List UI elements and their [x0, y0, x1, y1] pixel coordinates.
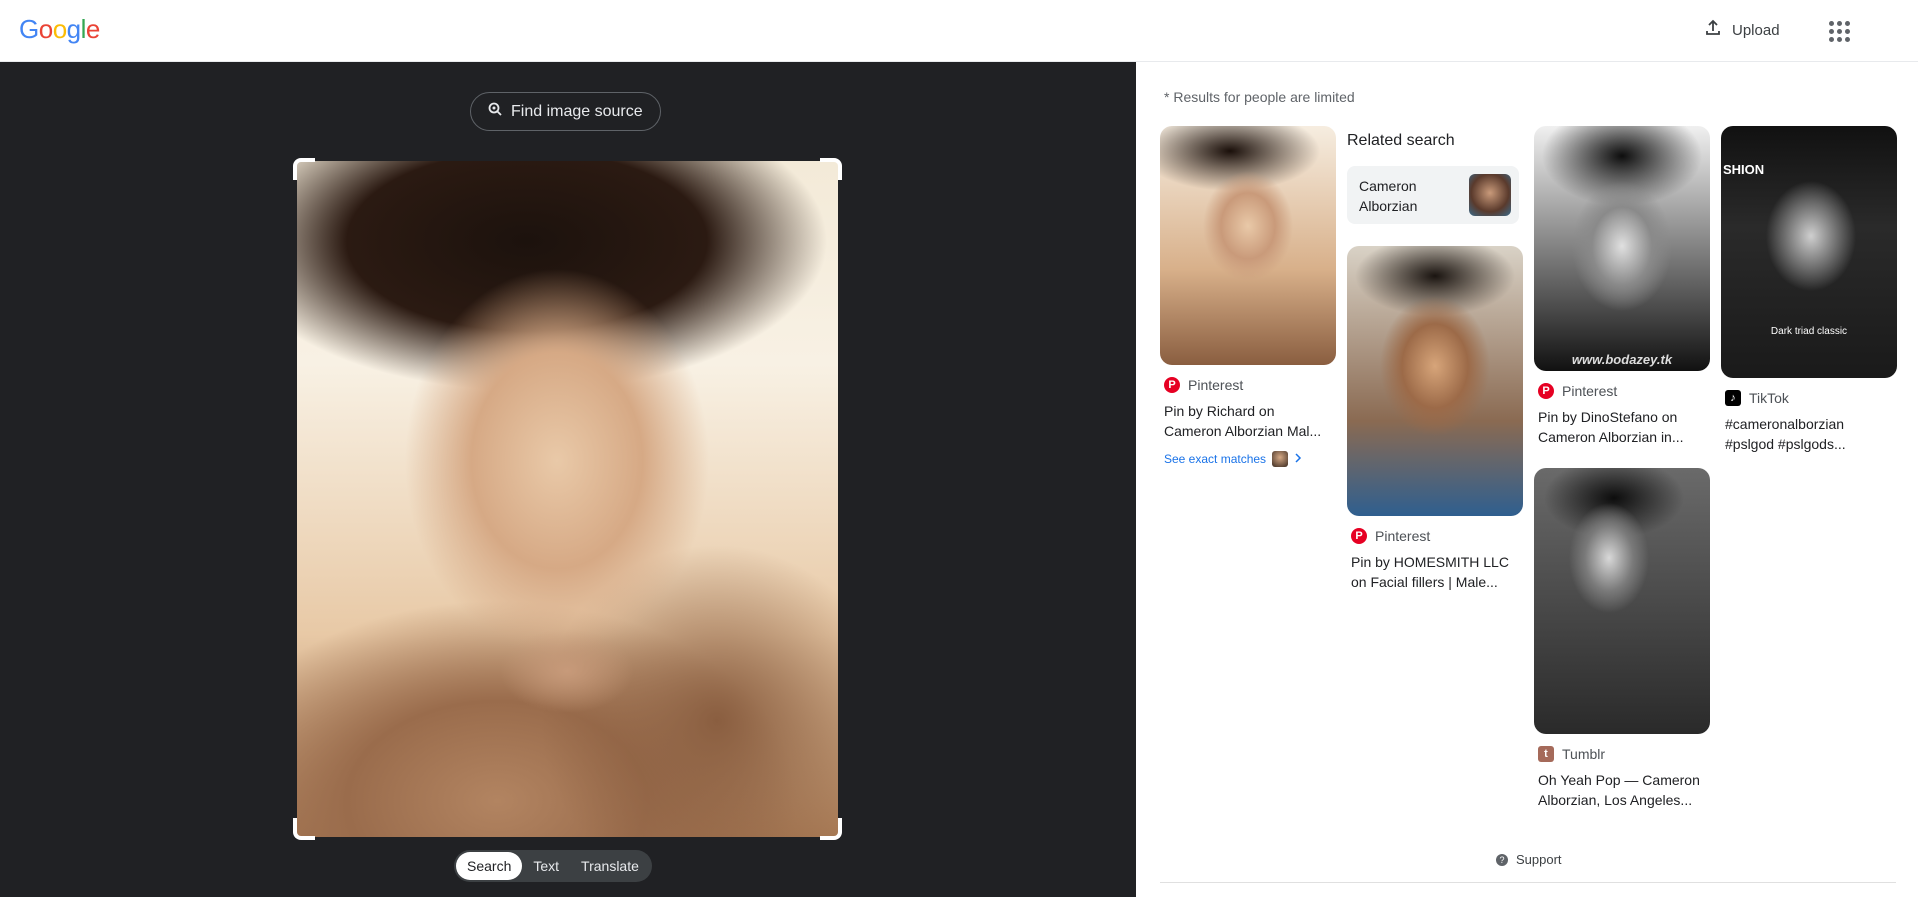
result-title[interactable]: Pin by HOMESMITH LLC on Facial fillers |…	[1347, 552, 1519, 592]
top-bar: Google Upload	[0, 0, 1918, 62]
related-search-chip[interactable]: Cameron Alborzian	[1347, 166, 1519, 224]
crop-handle-top-right[interactable]	[820, 158, 842, 180]
result-thumbnail[interactable]: www.bodazey.tk	[1534, 126, 1710, 371]
lens-search-icon	[487, 101, 503, 122]
results-panel: * Results for people are limited P Pinte…	[1136, 62, 1918, 897]
divider	[1160, 882, 1896, 883]
result-title-line: Alborzian, Los Angeles...	[1538, 792, 1693, 808]
support-link[interactable]: ? Support	[1496, 852, 1562, 867]
tumblr-icon: t	[1538, 746, 1554, 762]
related-search-label: Cameron Alborzian	[1359, 178, 1418, 214]
tiktok-icon: ♪	[1725, 390, 1741, 406]
result-source-label: Pinterest	[1562, 383, 1618, 399]
result-title-line: Pin by Richard on	[1164, 403, 1275, 419]
see-exact-matches-label: See exact matches	[1164, 452, 1267, 466]
result-thumbnail[interactable]	[1534, 468, 1710, 734]
crop-selection[interactable]	[293, 158, 842, 840]
result-source-label: TikTok	[1749, 390, 1789, 406]
result-source: P Pinterest	[1160, 377, 1336, 393]
result-source: ♪ TikTok	[1721, 390, 1897, 406]
find-image-source-label: Find image source	[511, 102, 643, 120]
watermark-text: www.bodazey.tk	[1571, 352, 1673, 367]
result-source-label: Pinterest	[1188, 377, 1244, 393]
result-source: P Pinterest	[1347, 528, 1523, 544]
result-title-line: on Facial fillers | Male...	[1351, 574, 1498, 590]
exact-match-thumbnail	[1272, 451, 1289, 467]
mode-text-tab[interactable]: Text	[522, 852, 570, 880]
pinterest-icon: P	[1164, 377, 1180, 393]
result-title-line: Cameron Alborzian in...	[1538, 429, 1684, 445]
result-title-line: Cameron Alborzian Mal...	[1164, 423, 1322, 439]
result-source: t Tumblr	[1534, 746, 1710, 762]
result-card[interactable]: SHION Dark triad classic ♪ TikTok #camer…	[1721, 126, 1897, 454]
upload-button[interactable]: Upload	[1692, 14, 1792, 46]
crop-handle-bottom-left[interactable]	[293, 818, 315, 840]
result-title-line: #pslgod #pslgods...	[1725, 436, 1846, 452]
image-overlay-text: Dark triad classic	[1770, 326, 1848, 337]
support-label: Support	[1516, 852, 1562, 867]
result-title[interactable]: #cameronalborzian #pslgod #pslgods...	[1721, 414, 1893, 454]
related-search-heading: Related search	[1347, 132, 1455, 149]
mode-translate-tab[interactable]: Translate	[570, 852, 650, 880]
result-title[interactable]: Pin by Richard on Cameron Alborzian Mal.…	[1160, 401, 1332, 441]
image-viewer: Find image source Search Text Translate	[0, 62, 1136, 897]
result-thumbnail[interactable]	[1347, 246, 1523, 516]
google-apps-icon[interactable]	[1822, 14, 1856, 48]
pinterest-icon: P	[1351, 528, 1367, 544]
upload-label: Upload	[1732, 21, 1780, 39]
result-card[interactable]: t Tumblr Oh Yeah Pop — Cameron Alborzian…	[1534, 468, 1710, 810]
find-image-source-button[interactable]: Find image source	[470, 92, 661, 131]
result-title-line: Pin by DinoStefano on	[1538, 409, 1678, 425]
result-card[interactable]: P Pinterest Pin by Richard on Cameron Al…	[1160, 126, 1336, 441]
upload-icon	[1704, 19, 1722, 41]
result-title-line: #cameronalborzian	[1725, 416, 1845, 432]
query-image	[297, 161, 838, 837]
mode-search-tab[interactable]: Search	[456, 852, 523, 880]
result-thumbnail[interactable]	[1160, 126, 1336, 365]
result-card[interactable]: www.bodazey.tk P Pinterest Pin by DinoSt…	[1534, 126, 1710, 447]
help-icon: ?	[1496, 853, 1508, 866]
result-title[interactable]: Pin by DinoStefano on Cameron Alborzian …	[1534, 407, 1706, 447]
related-search-thumbnail	[1469, 174, 1511, 216]
crop-handle-top-left[interactable]	[293, 158, 315, 180]
result-title-line: Pin by HOMESMITH LLC	[1351, 554, 1509, 570]
crop-handle-bottom-right[interactable]	[820, 818, 842, 840]
result-title[interactable]: Oh Yeah Pop — Cameron Alborzian, Los Ang…	[1534, 770, 1706, 810]
result-card[interactable]: P Pinterest Pin by HOMESMITH LLC on Faci…	[1347, 246, 1523, 592]
result-thumbnail[interactable]: SHION Dark triad classic	[1721, 126, 1897, 378]
mode-switch: Search Text Translate	[454, 850, 652, 882]
see-exact-matches-link[interactable]: See exact matches	[1164, 451, 1302, 467]
pinterest-icon: P	[1538, 383, 1554, 399]
result-source-label: Pinterest	[1375, 528, 1431, 544]
results-limited-note: * Results for people are limited	[1164, 89, 1355, 105]
google-logo[interactable]: Google	[19, 14, 100, 45]
result-source: P Pinterest	[1534, 383, 1710, 399]
chevron-right-icon	[1294, 452, 1302, 466]
result-source-label: Tumblr	[1562, 746, 1606, 762]
image-brand-text: SHION	[1723, 162, 1765, 177]
result-title-line: Oh Yeah Pop — Cameron	[1538, 772, 1700, 788]
